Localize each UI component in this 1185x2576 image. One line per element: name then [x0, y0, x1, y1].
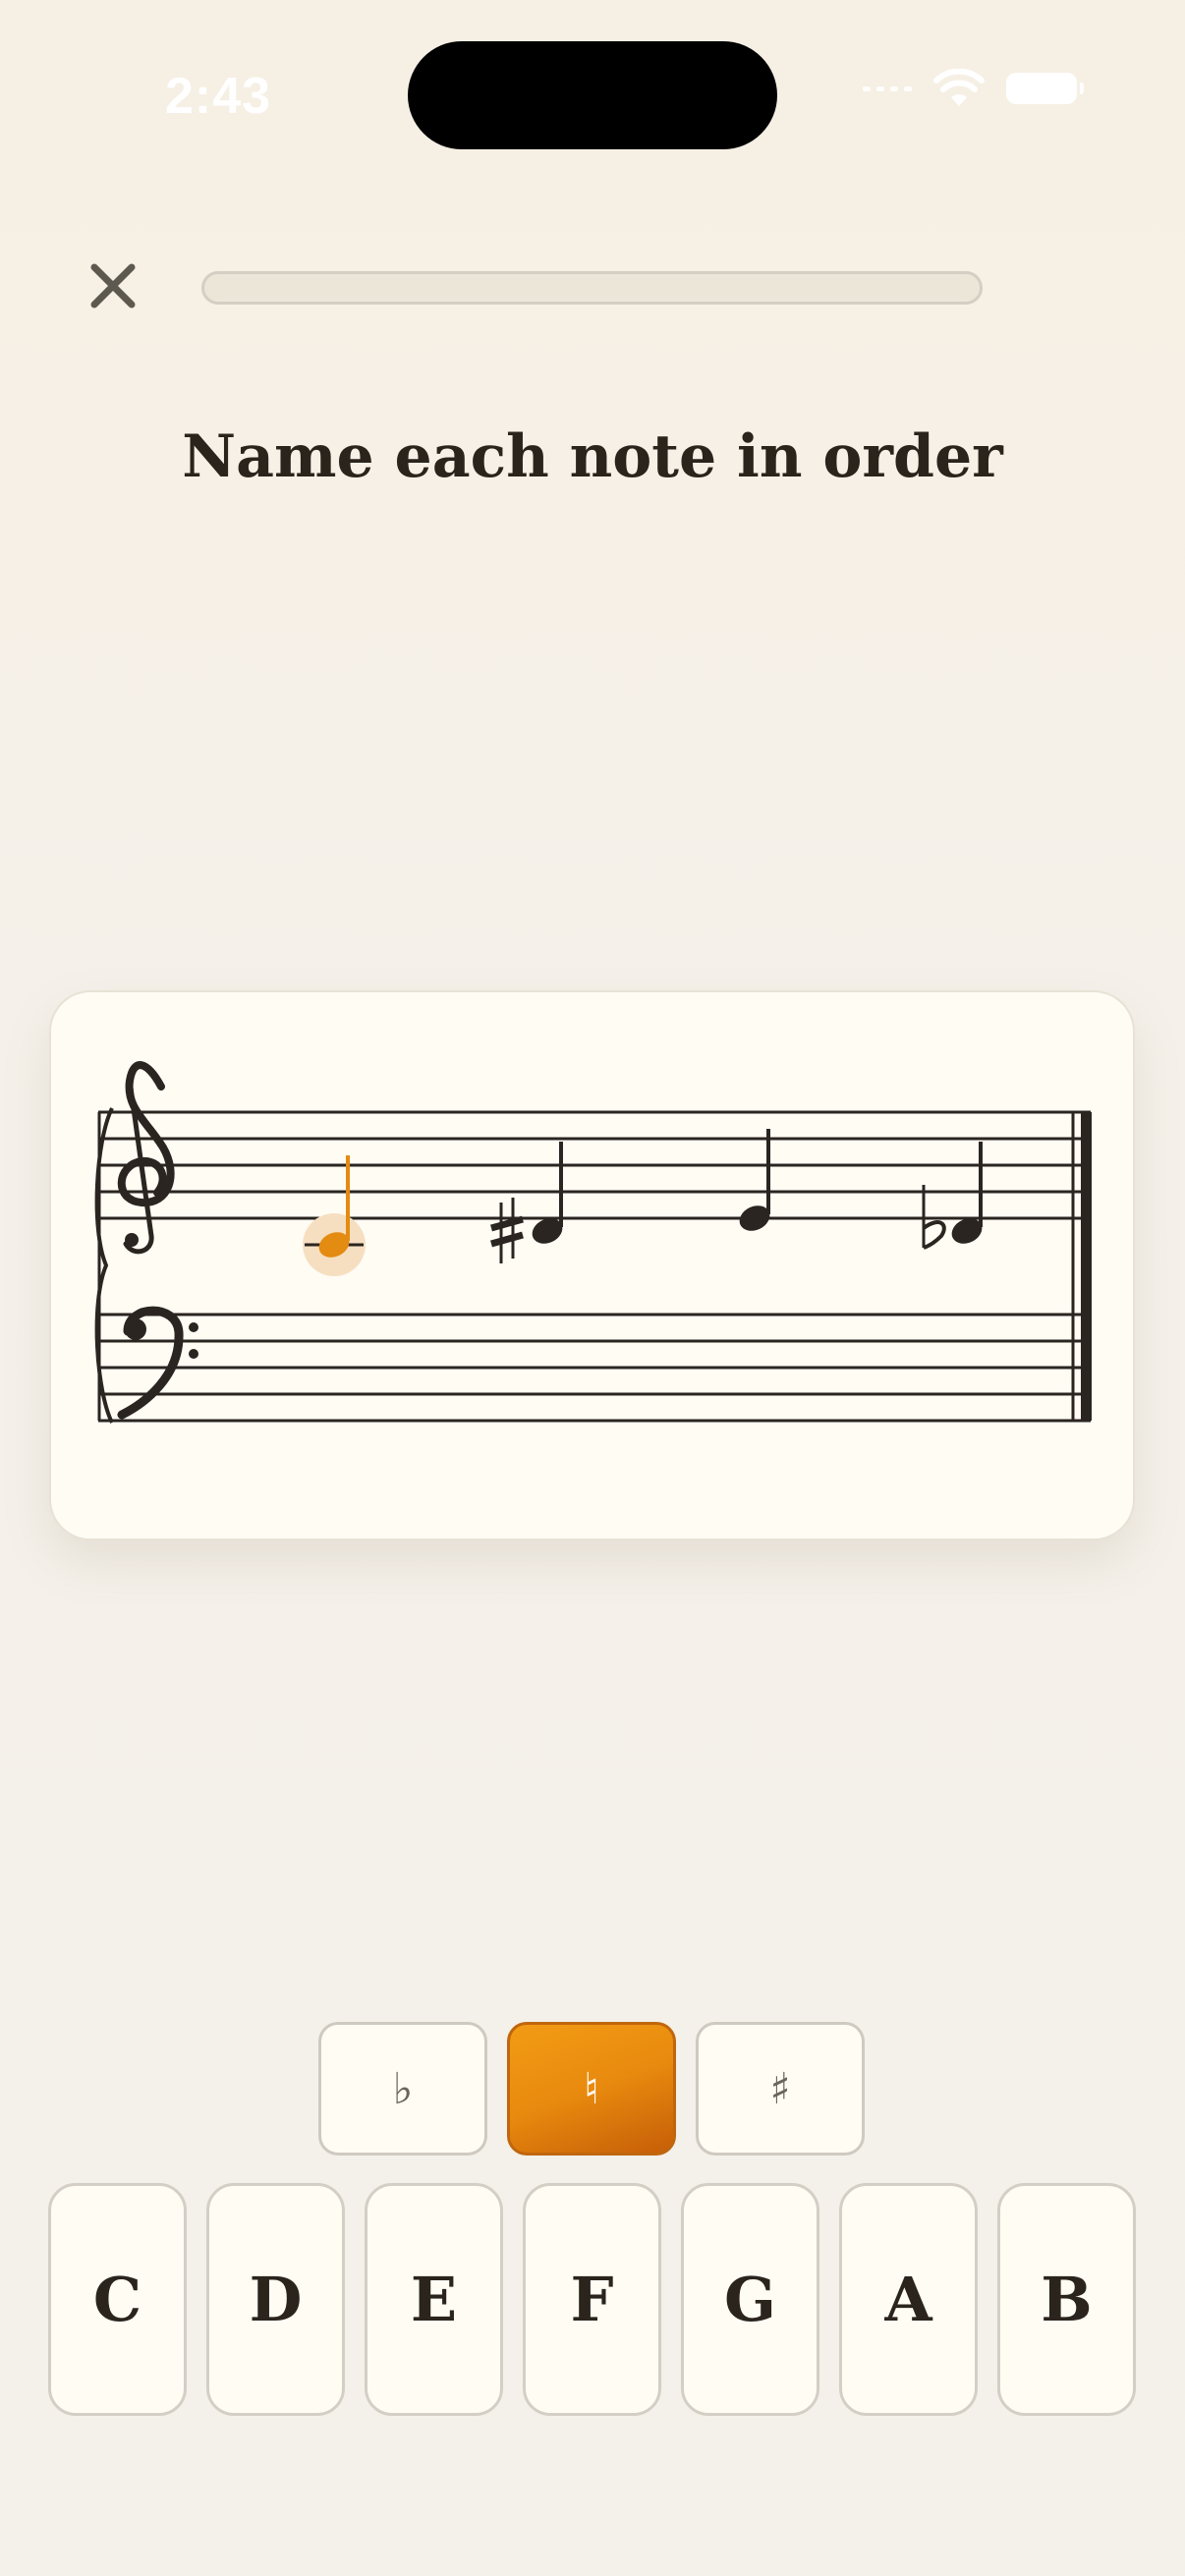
treble-clef [117, 1061, 175, 1255]
status-time: 2:43 [165, 68, 272, 125]
sharp-accidental [490, 1198, 524, 1263]
wifi-icon [933, 69, 985, 106]
sharp-icon: ♯ [769, 2063, 791, 2114]
note-button-label: E [410, 2264, 458, 2335]
note-button-f[interactable]: F [523, 2183, 661, 2416]
dynamic-island [408, 41, 777, 149]
cellular-signal-icon [863, 85, 912, 91]
note-button-label: G [724, 2264, 776, 2335]
note-button-g[interactable]: G [681, 2183, 819, 2416]
flat-icon: ♭ [392, 2063, 414, 2114]
sharp-button[interactable]: ♯ [696, 2022, 865, 2156]
staff-note[interactable] [735, 1129, 773, 1236]
note-button-b[interactable]: B [997, 2183, 1136, 2416]
natural-button[interactable]: ♮ [507, 2022, 676, 2156]
flat-accidental [922, 1185, 946, 1250]
staff-note[interactable] [490, 1142, 567, 1263]
note-button-label: F [570, 2264, 614, 2335]
close-button[interactable] [79, 252, 147, 320]
note-button-a[interactable]: A [839, 2183, 978, 2416]
note-button-e[interactable]: E [365, 2183, 503, 2416]
bass-clef [117, 1306, 198, 1420]
bass-staff-lines [98, 1313, 1091, 1423]
staff-card [49, 990, 1135, 1540]
note-button-label: A [884, 2264, 932, 2335]
close-icon [90, 263, 136, 308]
final-thick-barline [1081, 1112, 1092, 1421]
note-button-c[interactable]: C [48, 2183, 187, 2416]
note-button-label: D [249, 2264, 303, 2335]
grand-staff [94, 1061, 1092, 1424]
note-button-label: C [92, 2264, 142, 2335]
progress-bar [201, 271, 983, 305]
staff-note-current[interactable] [303, 1155, 366, 1276]
staff-note[interactable] [922, 1142, 987, 1250]
quiz-prompt: Name each note in order [182, 422, 1003, 491]
natural-icon: ♮ [584, 2063, 599, 2114]
battery-icon [1006, 73, 1084, 104]
note-button-d[interactable]: D [206, 2183, 345, 2416]
flat-button[interactable]: ♭ [318, 2022, 487, 2156]
note-button-label: B [1041, 2264, 1093, 2335]
treble-staff-lines [98, 1110, 1091, 1220]
status-icons [863, 69, 1084, 108]
